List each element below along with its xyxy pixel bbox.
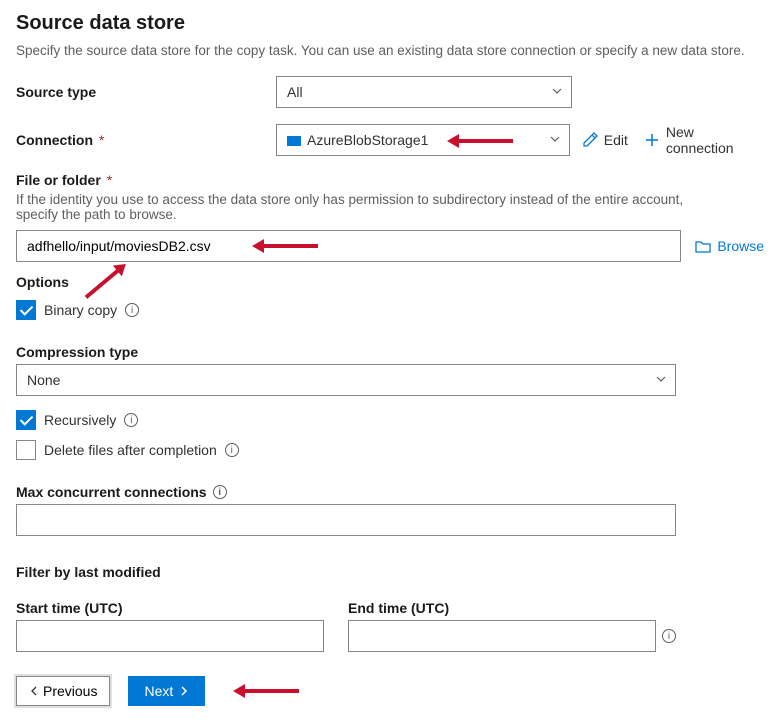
new-connection-label: New connection [666, 124, 764, 156]
compression-type-label: Compression type [16, 344, 764, 360]
highlight-arrow-icon [231, 681, 301, 701]
end-time-label: End time (UTC) [348, 600, 676, 616]
highlight-arrow-icon [445, 131, 515, 151]
folder-icon [695, 239, 711, 253]
file-or-folder-input[interactable] [16, 230, 681, 262]
file-or-folder-label: File or folder [16, 172, 101, 188]
previous-label: Previous [43, 683, 97, 699]
compression-type-select[interactable]: None [16, 364, 676, 396]
connection-value: AzureBlobStorage1 [307, 132, 428, 148]
plus-icon [644, 132, 660, 148]
source-type-select[interactable]: All [276, 76, 572, 108]
pencil-icon [582, 132, 598, 148]
delete-after-label: Delete files after completion [44, 442, 217, 458]
source-type-label: Source type [16, 84, 276, 100]
chevron-down-icon [551, 84, 563, 100]
source-type-value: All [287, 84, 303, 100]
delete-after-checkbox[interactable] [16, 440, 36, 460]
chevron-down-icon [549, 132, 561, 148]
start-time-label: Start time (UTC) [16, 600, 324, 616]
chevron-right-icon [179, 686, 189, 696]
info-icon[interactable]: i [124, 413, 138, 427]
binary-copy-label: Binary copy [44, 302, 117, 318]
page-description: Specify the source data store for the co… [16, 43, 764, 58]
recursively-label: Recursively [44, 412, 116, 428]
info-icon[interactable]: i [662, 629, 676, 643]
required-asterisk: * [99, 132, 104, 148]
required-asterisk: * [107, 172, 112, 188]
chevron-left-icon [29, 686, 39, 696]
compression-type-value: None [27, 372, 60, 388]
end-time-input[interactable] [348, 620, 656, 652]
info-icon[interactable]: i [125, 303, 139, 317]
browse-button[interactable]: Browse [695, 238, 764, 254]
previous-button[interactable]: Previous [16, 676, 110, 706]
connection-label: Connection [16, 132, 93, 148]
edit-label: Edit [604, 132, 628, 148]
connection-select[interactable]: AzureBlobStorage1 [276, 124, 570, 156]
next-button[interactable]: Next [128, 676, 205, 706]
next-label: Next [144, 683, 173, 699]
filter-heading: Filter by last modified [16, 564, 764, 580]
azure-blob-icon [287, 136, 301, 146]
max-concurrent-input[interactable] [16, 504, 676, 536]
start-time-input[interactable] [16, 620, 324, 652]
browse-label: Browse [717, 238, 764, 254]
info-icon[interactable]: i [213, 485, 227, 499]
binary-copy-checkbox[interactable] [16, 300, 36, 320]
options-heading: Options [16, 274, 764, 290]
info-icon[interactable]: i [225, 443, 239, 457]
max-concurrent-label: Max concurrent connections [16, 484, 207, 500]
recursively-checkbox[interactable] [16, 410, 36, 430]
new-connection-button[interactable]: New connection [644, 124, 764, 156]
file-or-folder-hint: If the identity you use to access the da… [16, 192, 716, 222]
edit-connection-button[interactable]: Edit [582, 132, 628, 148]
chevron-down-icon [655, 372, 667, 388]
page-title: Source data store [16, 12, 764, 35]
